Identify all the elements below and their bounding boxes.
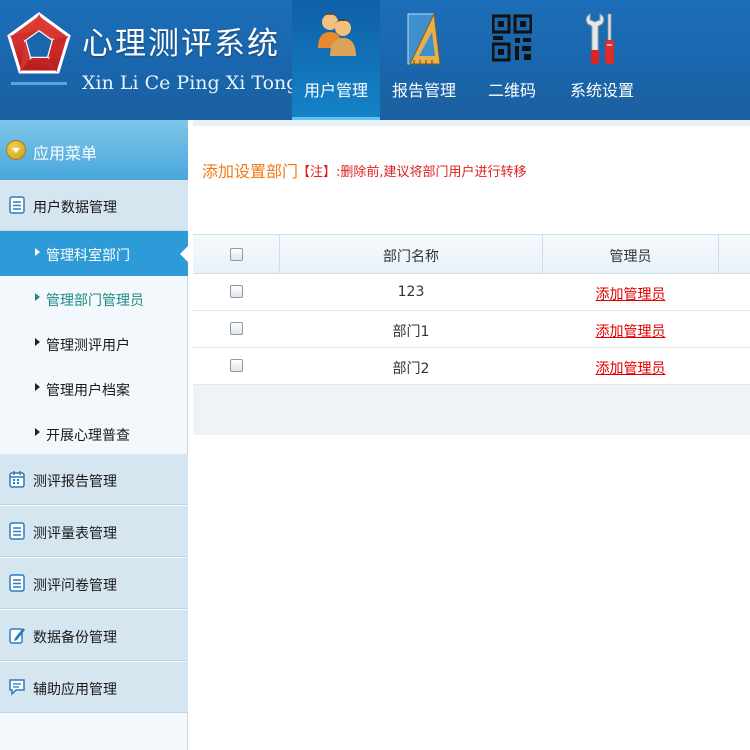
active-notch (180, 245, 189, 263)
nav-label: 二维码 (487, 81, 536, 100)
column-divider (279, 235, 280, 274)
sidebar: 应用菜单 用户数据管理 管理科室部门 管理部门管理员 管理测评用户 管理用户档案… (0, 120, 189, 750)
list-icon (9, 522, 25, 540)
nav-label: 报告管理 (391, 81, 456, 100)
group-label: 数据备份管理 (33, 630, 117, 646)
group-label: 辅助应用管理 (33, 682, 117, 698)
nav-label: 用户管理 (303, 81, 368, 100)
column-header-admin: 管理员 (609, 249, 652, 265)
sidebar-group-auxiliary[interactable]: 辅助应用管理 (0, 662, 188, 713)
add-admin-link[interactable]: 添加管理员 (543, 284, 718, 304)
column-divider (718, 235, 719, 274)
nav-user-management[interactable]: 用户管理 (292, 0, 380, 120)
sidebar-group-scale[interactable]: 测评量表管理 (0, 506, 188, 557)
department-table: 部门名称 管理员 123 添加管理员 部门1 添加管理员 部门2 添加管理员 (193, 234, 750, 435)
app-subtitle: Xin Li Ce Ping Xi Tong (82, 72, 299, 94)
sidebar-item-psych-survey[interactable]: 开展心理普查 (0, 411, 188, 456)
users-icon (318, 13, 356, 56)
caret-right-icon (35, 383, 40, 391)
main-content: 添加设置部门 【注】:删除前,建议将部门用户进行转移 部门名称 管理员 123 … (193, 120, 750, 750)
table-header: 部门名称 管理员 (193, 235, 750, 274)
caret-right-icon (35, 293, 40, 301)
group-label: 测评报告管理 (33, 474, 117, 490)
sidebar-item-manage-departments[interactable]: 管理科室部门 (0, 231, 189, 276)
list-icon (9, 196, 25, 214)
sidebar-item-label: 管理测评用户 (46, 338, 130, 354)
column-divider (542, 235, 543, 274)
top-header: 心理测评系统 Xin Li Ce Ping Xi Tong 用户管理 报告管理 (0, 0, 750, 120)
group-label: 测评问卷管理 (33, 578, 117, 594)
sidebar-menu-header[interactable]: 应用菜单 (0, 120, 188, 180)
caret-right-icon (35, 338, 40, 346)
dept-name-cell: 部门2 (392, 361, 430, 377)
qr-code-icon (492, 14, 532, 62)
dept-name-cell: 部门1 (392, 324, 430, 340)
sidebar-group-backup[interactable]: 数据备份管理 (0, 610, 188, 661)
logo-icon (7, 12, 71, 85)
app-title: 心理测评系统 (82, 26, 280, 62)
sidebar-item-label: 开展心理普查 (46, 428, 130, 444)
list-icon (9, 574, 25, 592)
chevron-down-icon (6, 140, 26, 160)
page-note: 【注】:删除前,建议将部门用户进行转移 (297, 165, 527, 180)
sidebar-item-label: 管理用户档案 (46, 383, 130, 399)
sidebar-group-user-data[interactable]: 用户数据管理 (0, 180, 188, 231)
sidebar-item-manage-user-archives[interactable]: 管理用户档案 (0, 366, 188, 411)
nav-label: 系统设置 (569, 81, 634, 100)
sidebar-item-label: 管理科室部门 (46, 248, 130, 264)
table-row[interactable]: 123 添加管理员 (193, 274, 750, 311)
column-header-dept-name: 部门名称 (383, 249, 439, 265)
row-checkbox[interactable] (230, 322, 243, 335)
content-top-strip (193, 120, 750, 126)
page-title[interactable]: 添加设置部门 (202, 158, 298, 182)
sidebar-group-questionnaire[interactable]: 测评问卷管理 (0, 558, 188, 609)
sidebar-item-manage-dept-admins[interactable]: 管理部门管理员 (0, 276, 188, 321)
row-checkbox[interactable] (230, 359, 243, 372)
row-checkbox[interactable] (230, 285, 243, 298)
dept-name-cell: 123 (397, 284, 425, 300)
sidebar-item-manage-test-users[interactable]: 管理测评用户 (0, 321, 188, 366)
sidebar-group-report[interactable]: 测评报告管理 (0, 454, 188, 505)
menu-title: 应用菜单 (33, 144, 98, 163)
add-admin-link[interactable]: 添加管理员 (543, 321, 718, 341)
nav-qr-code[interactable]: 二维码 (468, 0, 556, 120)
add-admin-link[interactable]: 添加管理员 (543, 358, 718, 378)
ruler-triangle-icon (407, 12, 441, 65)
caret-right-icon (35, 428, 40, 436)
table-row[interactable]: 部门2 添加管理员 (193, 348, 750, 385)
table-row[interactable]: 部门1 添加管理员 (193, 311, 750, 348)
caret-right-icon (35, 248, 40, 256)
group-label: 测评量表管理 (33, 526, 117, 542)
calendar-icon (9, 471, 25, 488)
table-footer (193, 385, 750, 435)
sidebar-item-label: 管理部门管理员 (46, 293, 144, 309)
select-all-checkbox[interactable] (230, 248, 243, 261)
chat-icon (9, 679, 25, 696)
nav-report-management[interactable]: 报告管理 (380, 0, 468, 120)
tools-icon (585, 13, 614, 64)
edit-icon (9, 628, 25, 644)
group-label: 用户数据管理 (33, 200, 117, 216)
nav-system-settings[interactable]: 系统设置 (556, 0, 648, 120)
